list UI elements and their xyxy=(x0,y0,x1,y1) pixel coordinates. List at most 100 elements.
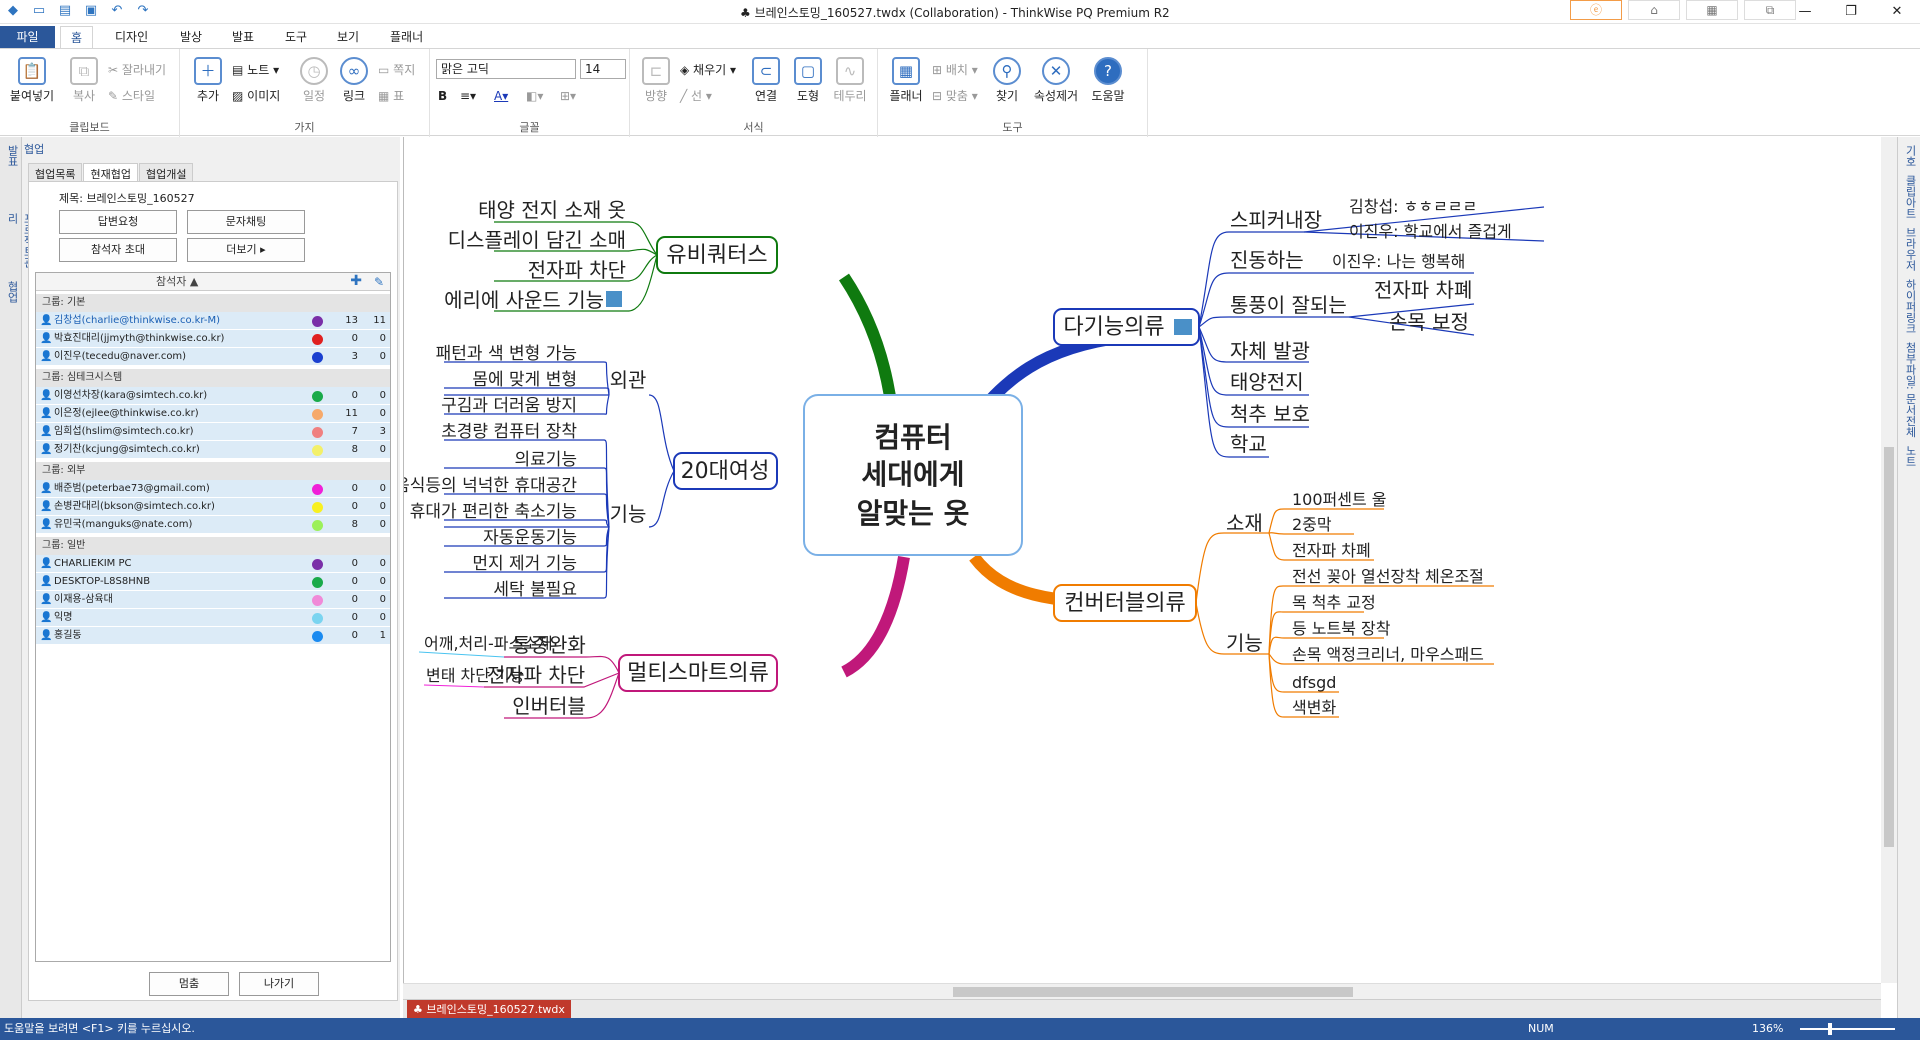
connect-button[interactable]: ⊂ 연결 xyxy=(748,57,784,104)
image-button[interactable]: ▨ 이미지 xyxy=(232,87,280,104)
tab-file[interactable]: 파일 xyxy=(0,26,55,48)
look-item-3[interactable]: 구김과 더러움 방지 xyxy=(441,396,577,416)
planner-button[interactable]: ▦ 플래너 xyxy=(886,57,926,104)
paste-button[interactable]: 📋 붙여넣기 xyxy=(8,57,56,104)
invite-button[interactable]: 참석자 초대 xyxy=(59,238,177,262)
help-button[interactable]: ? 도움말 xyxy=(1088,57,1128,104)
edit-icon[interactable]: ✎ xyxy=(374,273,384,291)
side-tab-hyperlink[interactable]: 하이퍼링크 xyxy=(1902,279,1918,334)
align-icon[interactable]: ≡▾ xyxy=(460,89,476,103)
add-icon[interactable]: ✚ xyxy=(350,273,362,289)
func-item-3[interactable]: 음식등의 넉넉한 휴대공간 xyxy=(404,476,577,496)
add-branch-button[interactable]: ＋ 추가 xyxy=(190,57,226,104)
horizontal-scroll-thumb[interactable] xyxy=(953,987,1353,997)
multi-other-2[interactable]: 태양전지 xyxy=(1230,370,1304,394)
participant-row[interactable]: 👤 익명 0 0 xyxy=(36,609,390,627)
conv-func-item-3[interactable]: 등 노트북 장착 xyxy=(1292,619,1391,638)
highlight-icon[interactable]: ◧▾ xyxy=(526,89,543,103)
zoom-slider[interactable] xyxy=(1800,1028,1895,1030)
look-item-1[interactable]: 패턴과 색 변형 가능 xyxy=(436,344,577,364)
conv-func-item-6[interactable]: 색변화 xyxy=(1292,698,1336,717)
clear-attributes-button[interactable]: ✕ 속성제거 xyxy=(1030,57,1082,104)
participant-row[interactable]: 👤 DESKTOP-L8S8HNB 0 0 xyxy=(36,573,390,591)
participant-row[interactable]: 👤 이진우(tecedu@naver.com) 3 0 xyxy=(36,348,390,366)
pain-note[interactable]: 어깨,처리-파스소재 xyxy=(424,634,553,653)
vertical-scrollbar[interactable] xyxy=(1881,137,1897,983)
participant-row[interactable]: 👤 정기찬(kcjung@simtech.co.kr) 8 0 xyxy=(36,441,390,459)
participant-row[interactable]: 👤 이재용-삼육대 0 0 xyxy=(36,591,390,609)
sound-attachment-icon[interactable] xyxy=(606,291,622,307)
participant-group-header[interactable]: 그룹: 기본 xyxy=(36,294,390,312)
tab-tools[interactable]: 도구 xyxy=(275,26,317,48)
conv-func-item-1[interactable]: 전선 꽂아 열선장착 체온조절 xyxy=(1292,567,1484,586)
func-item-4[interactable]: 휴대가 편리한 축소기능 xyxy=(410,502,577,522)
func-item-7[interactable]: 세탁 불필요 xyxy=(493,580,577,600)
direction-button[interactable]: ⊏ 방향 xyxy=(638,57,674,104)
speaker-note-2[interactable]: 이진우: 학교에서 즐겁게 xyxy=(1349,222,1512,241)
calendar-icon[interactable]: ▦ xyxy=(1686,0,1738,20)
cut-button[interactable]: ✂ 잘라내기 xyxy=(108,61,166,78)
side-tab-collab[interactable]: 협업 xyxy=(4,281,20,341)
vibrate-note[interactable]: 이진우: 나는 행복해 xyxy=(1332,252,1465,271)
new-icon[interactable]: ▭ xyxy=(30,2,48,20)
conv-func-item-2[interactable]: 목 척추 교정 xyxy=(1292,593,1376,612)
multi-other-3[interactable]: 척추 보호 xyxy=(1230,402,1310,426)
convertible-material[interactable]: 소재 xyxy=(1226,511,1263,535)
answer-request-button[interactable]: 답변요청 xyxy=(59,210,177,234)
document-tab[interactable]: ♣ 브레인스토밍_160527.twdx xyxy=(407,1000,571,1019)
material-item-3[interactable]: 전자파 차폐 xyxy=(1292,541,1371,560)
participant-row[interactable]: 👤 이영선차장(kara@simtech.co.kr) 0 0 xyxy=(36,387,390,405)
participant-row[interactable]: 👤 배준범(peterbae73@gmail.com) 0 0 xyxy=(36,480,390,498)
save-icon[interactable]: ▣ xyxy=(82,2,100,20)
ubiquitous-item-2[interactable]: 디스플레이 담긴 소매 xyxy=(448,228,626,252)
line-button[interactable]: ╱ 선 ▾ xyxy=(680,87,712,104)
participant-row[interactable]: 👤 임희섭(hslim@simtech.co.kr) 7 3 xyxy=(36,423,390,441)
more-button[interactable]: 더보기 ▸ xyxy=(187,238,305,262)
func-item-1[interactable]: 초경량 컴퓨터 장착 xyxy=(441,422,577,442)
material-item-1[interactable]: 100퍼센트 울 xyxy=(1292,490,1387,509)
participant-row[interactable]: 👤 홍길동 0 1 xyxy=(36,627,390,645)
ubiquitous-item-3[interactable]: 전자파 차단 xyxy=(528,258,626,282)
conv-func-item-4[interactable]: 손목 액정크리너, 마우스패드 xyxy=(1292,645,1484,664)
speaker-note-1[interactable]: 김창섭: ㅎㅎㄹㄹㄹ xyxy=(1349,197,1477,216)
border-button[interactable]: ∿ 테두리 xyxy=(832,57,868,104)
exit-button[interactable]: 나가기 xyxy=(239,972,319,996)
participant-group-header[interactable]: 그룹: 외부 xyxy=(36,462,390,480)
func-item-5[interactable]: 자동운동기능 xyxy=(483,528,577,548)
maximize-button[interactable]: ❐ xyxy=(1828,0,1874,24)
convertible-func[interactable]: 기능 xyxy=(1226,631,1263,655)
fit-button[interactable]: ⊟ 맞춤 ▾ xyxy=(932,87,978,104)
conv-func-item-5[interactable]: dfsgd xyxy=(1292,673,1336,692)
side-tab-symbols[interactable]: 기호 xyxy=(1902,145,1918,167)
undo-icon[interactable]: ↶ xyxy=(108,2,126,20)
participant-group-header[interactable]: 그룹: 일반 xyxy=(36,537,390,555)
bold-button[interactable]: B xyxy=(438,89,447,103)
fill-button[interactable]: ◈ 채우기 ▾ xyxy=(680,61,736,78)
tab-home[interactable]: 홈 xyxy=(60,26,94,48)
ubiquitous-item-4[interactable]: 에리에 사운드 기능 xyxy=(444,288,604,312)
multi-attachment-icon[interactable] xyxy=(1174,319,1192,335)
home-icon[interactable]: ⌂ xyxy=(1628,0,1680,20)
twenties-look[interactable]: 외관 xyxy=(610,368,647,392)
participant-row[interactable]: 👤 CHARLIEKIM PC 0 0 xyxy=(36,555,390,573)
participant-row[interactable]: 👤 유민국(manguks@nate.com) 8 0 xyxy=(36,516,390,534)
airy-node[interactable]: 통풍이 잘되는 xyxy=(1230,293,1347,317)
side-tab-presentation[interactable]: 발표 xyxy=(4,145,20,205)
twenties-func[interactable]: 기능 xyxy=(610,502,647,526)
minimize-button[interactable]: — xyxy=(1782,0,1828,24)
shape-button[interactable]: ▢ 도형 xyxy=(790,57,826,104)
material-item-2[interactable]: 2중막 xyxy=(1292,515,1332,534)
participant-row[interactable]: 👤 김창섭(charlie@thinkwise.co.kr-M) 13 11 xyxy=(36,312,390,330)
tab-view[interactable]: 보기 xyxy=(327,26,369,48)
multi-other-1[interactable]: 자체 발광 xyxy=(1230,339,1310,363)
font-size-select[interactable]: 14 xyxy=(580,59,626,79)
mode-button[interactable]: ⓔ xyxy=(1570,0,1622,20)
schedule-button[interactable]: ◷ 일정 xyxy=(296,57,332,104)
font-color-icon[interactable]: A▾ xyxy=(494,89,508,103)
border-style-icon[interactable]: ⊞▾ xyxy=(560,89,576,103)
mindmap-svg[interactable]: 컴퓨터 세대에게 알맞는 옷 유비쿼터스 태양 전지 소재 옷 디스플레이 담긴… xyxy=(404,137,1882,983)
redo-icon[interactable]: ↷ xyxy=(134,2,152,20)
tab-presentation[interactable]: 발표 xyxy=(222,26,264,48)
text-chat-button[interactable]: 문자채팅 xyxy=(187,210,305,234)
participant-group-header[interactable]: 그룹: 심테크시스템 xyxy=(36,369,390,387)
